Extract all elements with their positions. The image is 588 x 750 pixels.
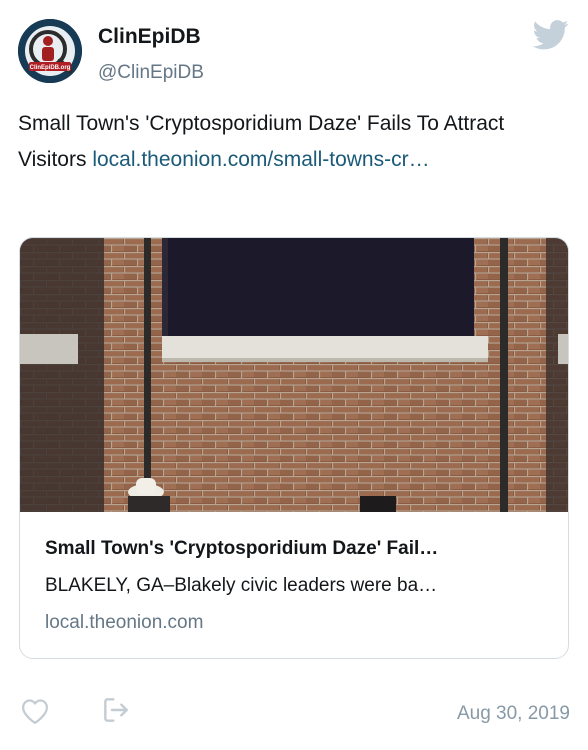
card-body: Small Town's 'Cryptosporidium Daze' Fail…: [45, 538, 550, 636]
card-title[interactable]: Small Town's 'Cryptosporidium Daze' Fail…: [45, 538, 550, 562]
link-preview-card[interactable]: Small Town's 'Cryptosporidium Daze' Fail…: [19, 237, 569, 659]
heart-icon[interactable]: [20, 697, 50, 725]
tweet-timestamp[interactable]: Aug 30, 2019: [457, 703, 570, 725]
card-image[interactable]: [20, 238, 568, 512]
card-domain[interactable]: local.theonion.com: [45, 612, 550, 636]
card-description: BLAKELY, GA–Blakely civic leaders were b…: [45, 575, 438, 596]
share-icon[interactable]: [100, 694, 132, 726]
avatar[interactable]: ClinEpiDB.org: [18, 19, 82, 83]
embedded-tweet: ClinEpiDB.org ClinEpiDB @ClinEpiDB Small…: [0, 0, 588, 750]
tweet-text: Small Town's 'Cryptosporidium Daze' Fail…: [18, 106, 573, 178]
author-handle[interactable]: @ClinEpiDB: [98, 62, 204, 84]
avatar-label: ClinEpiDB.org: [30, 65, 71, 71]
twitter-bird-icon[interactable]: [532, 20, 569, 50]
tweet-link[interactable]: local.theonion.com/small-towns-cr…: [92, 148, 429, 171]
author-display-name[interactable]: ClinEpiDB: [98, 25, 201, 49]
